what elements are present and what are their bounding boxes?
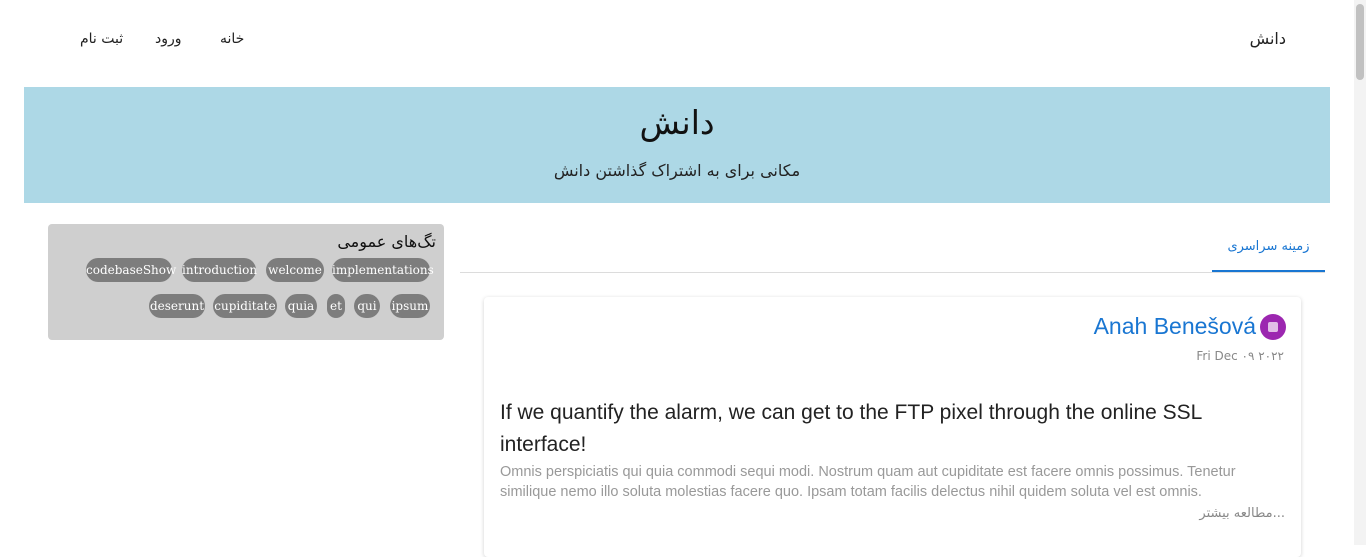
page-scrollbar[interactable] bbox=[1354, 0, 1366, 545]
feed-tabs: زمینه سراسری bbox=[460, 224, 1325, 273]
hero-title: دانش bbox=[639, 103, 715, 142]
nav-register-link[interactable]: ثبت نام bbox=[80, 31, 123, 47]
nav-home-link[interactable]: خانه bbox=[220, 31, 244, 47]
hero-banner: دانش bbox=[24, 87, 1330, 203]
tab-global-feed[interactable]: زمینه سراسری bbox=[1212, 224, 1325, 272]
public-tags-panel: تگ‌های عمومی codebaseShow introduction w… bbox=[48, 224, 444, 340]
tag-chip[interactable]: implementations bbox=[332, 258, 434, 282]
tag-chip[interactable]: deserunt bbox=[149, 294, 205, 318]
nav-login-link[interactable]: ورود bbox=[155, 31, 182, 47]
hero-subtitle: مکانی برای به اشتراک گذاشتن دانش bbox=[553, 161, 801, 180]
post-date: Fri Dec ۰۹ ۲۰۲۲ bbox=[1196, 349, 1284, 363]
tag-chip[interactable]: cupiditate bbox=[213, 294, 277, 318]
tag-chip[interactable]: welcome bbox=[266, 258, 324, 282]
post-excerpt: Omnis perspiciatis qui quia commodi sequ… bbox=[500, 464, 1236, 500]
post-card: Anah Benešová Fri Dec ۰۹ ۲۰۲۲ If we quan… bbox=[484, 297, 1301, 557]
read-more-link[interactable]: مطالعه بیشتر... bbox=[1199, 506, 1285, 521]
tag-chip[interactable]: qui bbox=[354, 294, 380, 318]
author-name-link[interactable]: Anah Benešová bbox=[1094, 313, 1256, 340]
tag-chip[interactable]: ipsum bbox=[390, 294, 430, 318]
tags-panel-title: تگ‌های عمومی bbox=[337, 232, 436, 251]
post-title[interactable]: If we quantify the alarm, we can get to … bbox=[500, 397, 1285, 461]
scrollbar-thumb[interactable] bbox=[1356, 4, 1364, 80]
tag-chip[interactable]: introduction bbox=[182, 258, 257, 282]
site-brand[interactable]: دانش bbox=[1250, 29, 1286, 48]
nav-links: ثبت نام ورود خانه bbox=[0, 0, 400, 80]
top-navbar: ثبت نام ورود خانه دانش bbox=[0, 0, 1354, 80]
tag-chip[interactable]: codebaseShow bbox=[86, 258, 176, 282]
post-author: Anah Benešová bbox=[1094, 313, 1286, 343]
tag-chip[interactable]: et bbox=[327, 294, 345, 318]
avatar[interactable] bbox=[1260, 314, 1286, 340]
tag-chip[interactable]: quia bbox=[285, 294, 317, 318]
